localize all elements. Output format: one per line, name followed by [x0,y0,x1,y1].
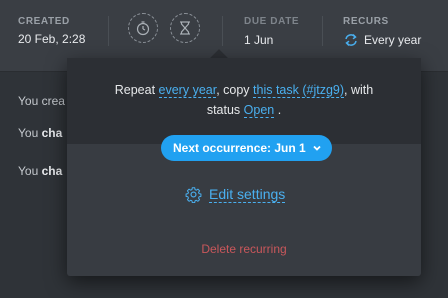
timer-icon[interactable] [128,13,158,43]
summary-text: , copy [216,83,254,97]
next-occurrence-button[interactable]: Next occurrence: Jun 1 [161,135,332,161]
due-date-label: DUE DATE [244,16,300,27]
list-item: You cha [18,126,62,140]
summary-text: . [274,103,282,117]
hourglass-icon [180,21,190,35]
divider [108,16,109,46]
divider [222,16,223,46]
gear-icon [185,186,202,203]
feed-text: cha [41,164,63,178]
edit-settings-button[interactable]: Edit settings [185,184,286,204]
created-label: CREATED [18,16,70,27]
status-link[interactable]: Open [243,103,275,118]
stopwatch-icon [136,21,150,36]
summary-text: status [206,103,244,117]
frequency-link[interactable]: every year [158,83,217,98]
delete-recurring-button[interactable]: Delete recurring [67,242,421,256]
created-value: 20 Feb, 2:28 [18,32,86,46]
feed-text: cha [41,126,63,140]
next-occurrence-label: Next occurrence: Jun 1 [173,141,306,155]
task-copy-link[interactable]: this task (#jtzg9) [253,83,345,98]
edit-settings-label: Edit settings [209,185,286,203]
divider [322,16,323,46]
chevron-down-icon [313,145,321,151]
recurring-popover: Repeat every year, copy this task (#jtzg… [67,58,421,276]
due-date-value[interactable]: 1 Jun [244,33,273,47]
recurs-label: RECURS [343,16,389,27]
summary-text: , with [344,83,374,97]
hourglass-button[interactable] [170,13,200,43]
popover-actions [67,144,421,276]
feed-text: crea [41,94,65,108]
recurs-value[interactable]: Every year [364,33,421,47]
feed-actor: You [18,94,39,108]
recurrence-summary: Repeat every year, copy this task (#jtzg… [67,80,421,120]
list-item: You crea [18,94,65,108]
list-item: You cha [18,164,62,178]
recurring-icon [345,33,357,47]
summary-text: Repeat [114,83,159,97]
feed-actor: You [18,126,39,140]
feed-actor: You [18,164,39,178]
